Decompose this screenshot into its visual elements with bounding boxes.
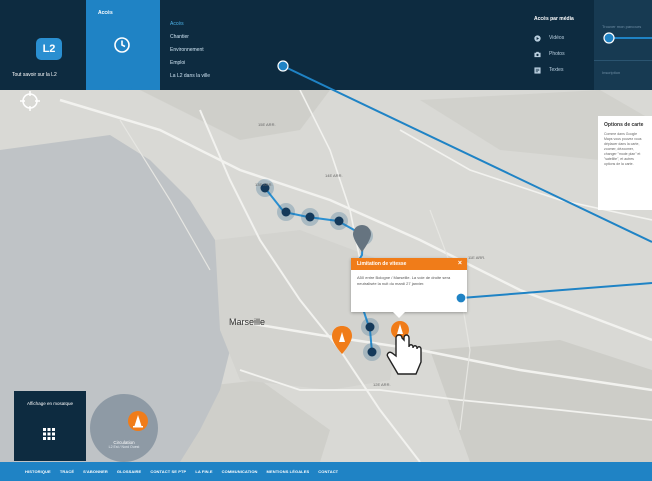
- footer-link-glossaire[interactable]: GLOSSAIRE: [117, 469, 141, 474]
- media-item-label: Photos: [549, 51, 565, 57]
- signup-link[interactable]: Inscription: [602, 70, 620, 75]
- footer-nav: HISTORIQUE TRACÉ S'ABONNER GLOSSAIRE CON…: [0, 462, 652, 481]
- footer-link-historique[interactable]: HISTORIQUE: [25, 469, 51, 474]
- logo-tagline[interactable]: Tout savoir sur la L2: [12, 72, 57, 78]
- media-item-label: Vidéos: [549, 35, 565, 41]
- footer-link-fine[interactable]: LA FIN.E: [195, 469, 212, 474]
- camera-icon: [534, 51, 541, 57]
- popup-title: Limitation de vitesse: [357, 261, 407, 267]
- traffic-cone-icon: [128, 411, 148, 431]
- route-search-panel: Trouver mon parcours Inscription: [594, 0, 652, 90]
- header: L2 Tout savoir sur la L2 Accès Accès Cha…: [0, 0, 652, 90]
- media-item-photos[interactable]: Photos: [534, 46, 565, 62]
- media-item-label: Textes: [549, 67, 564, 73]
- media-item-textes[interactable]: Textes: [534, 62, 565, 78]
- media-item-videos[interactable]: Vidéos: [534, 30, 565, 46]
- city-label: Marseille: [229, 317, 266, 327]
- footer-link-abonner[interactable]: S'ABONNER: [83, 469, 108, 474]
- arrondissement-label: 14E ARR.: [325, 173, 343, 178]
- text-icon: [534, 66, 541, 74]
- arrondissement-label: 12E ARR.: [373, 382, 391, 387]
- menu-item-emploi[interactable]: Emploi: [170, 57, 210, 70]
- footer-link-trace[interactable]: TRACÉ: [60, 469, 74, 474]
- clock-icon: [114, 37, 130, 53]
- media-list: Vidéos Photos Textes: [534, 30, 565, 78]
- arrondissement-label: 13E ARR.: [255, 182, 273, 187]
- map-options-title: Options de carte: [604, 122, 644, 128]
- tab-label: Accès: [98, 10, 113, 16]
- divider: [594, 60, 652, 61]
- menu-item-acces[interactable]: Accès: [170, 18, 210, 31]
- menu-item-chantier[interactable]: Chantier: [170, 31, 210, 44]
- arrondissement-label: 15E ARR.: [258, 122, 276, 127]
- popup-arrow: [393, 312, 405, 318]
- circulation-label: Circulation L2 Est / Nord Ouest: [90, 440, 158, 450]
- popup-header: Limitation de vitesse ×: [351, 258, 467, 270]
- footer-link-communication[interactable]: COMMUNICATION: [222, 469, 258, 474]
- close-icon[interactable]: ×: [458, 258, 462, 270]
- menu-item-environnement[interactable]: Environnement: [170, 44, 210, 57]
- incident-popup[interactable]: Limitation de vitesse × A50 entre Bologn…: [351, 258, 467, 312]
- footer-link-mentions[interactable]: MENTIONS LÉGALES: [267, 469, 310, 474]
- menu-item-ville[interactable]: La L2 dans la ville: [170, 70, 210, 83]
- mosaic-label: Affichage en mosaïque: [27, 401, 73, 406]
- logo[interactable]: L2: [36, 38, 62, 60]
- popup-body: A50 entre Bologne / Marseille. La voie d…: [357, 275, 451, 286]
- grid-icon: [43, 428, 55, 440]
- circulation-sublabel: L2 Est / Nord Ouest: [108, 445, 140, 449]
- map-options-card: Options de carte Comme dans Google Maps …: [598, 116, 652, 210]
- access-menu: Accès Chantier Environnement Emploi La L…: [170, 18, 210, 83]
- footer-link-contact[interactable]: CONTACT: [318, 469, 338, 474]
- mosaic-view-button[interactable]: Affichage en mosaïque: [14, 391, 86, 461]
- tab-acces[interactable]: Accès: [86, 0, 160, 90]
- map-options-body: Comme dans Google Maps vous pouvez vous …: [604, 132, 642, 166]
- arrondissement-label: 11E ARR.: [468, 255, 486, 260]
- route-search-input[interactable]: Trouver mon parcours: [602, 24, 642, 29]
- media-title: Accès par média: [534, 16, 574, 22]
- logo-block[interactable]: L2 Tout savoir sur la L2: [0, 0, 86, 90]
- play-icon: [534, 34, 541, 42]
- footer-link-contact-ptp[interactable]: CONTACT SE PTP: [150, 469, 186, 474]
